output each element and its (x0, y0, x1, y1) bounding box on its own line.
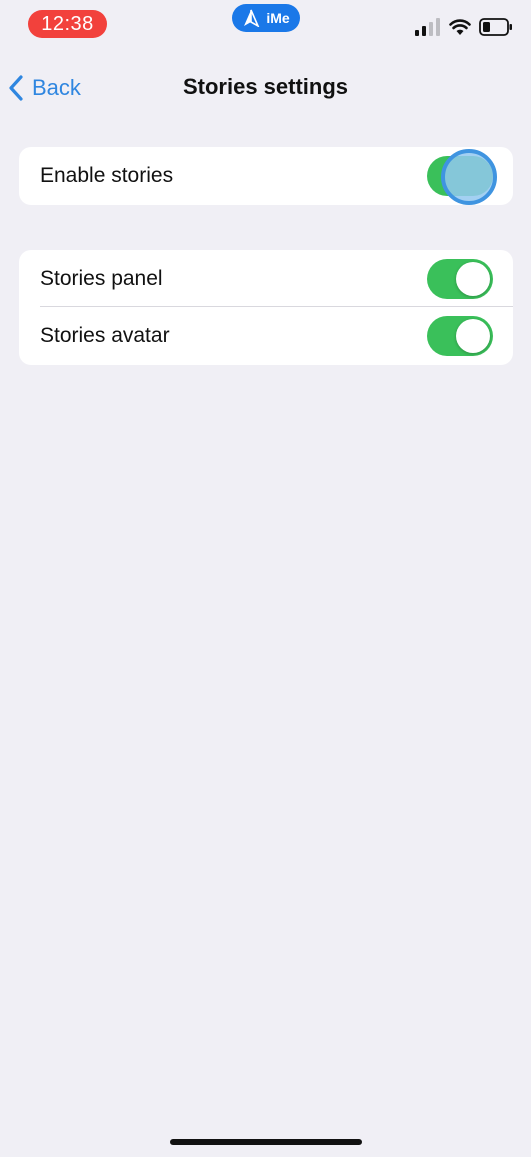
nav-bar: Back Stories settings (0, 60, 531, 116)
setting-row-stories-avatar[interactable]: Stories avatar (19, 307, 513, 364)
toggle-knob (456, 261, 490, 296)
stories-panel-toggle[interactable] (427, 258, 493, 299)
battery-icon (479, 18, 512, 36)
settings-group-stories: Stories panel Stories avatar (19, 250, 513, 365)
toggle-knob (456, 318, 490, 353)
status-icons (415, 16, 513, 38)
cellular-signal-icon (415, 18, 440, 36)
setting-label: Stories avatar (40, 323, 170, 347)
page-title: Stories settings (182, 74, 349, 99)
setting-label: Enable stories (40, 164, 174, 187)
enable-stories-toggle[interactable] (427, 156, 493, 196)
settings-screen: 12:38 iMe Back Stories settings Enable s… (0, 0, 531, 1157)
wifi-icon (449, 19, 471, 35)
setting-row-stories-panel[interactable]: Stories panel (19, 250, 513, 307)
app-badge[interactable]: iMe (232, 4, 300, 32)
setting-row-enable-stories[interactable]: Enable stories (19, 147, 513, 205)
stories-avatar-toggle[interactable] (427, 315, 493, 356)
status-time: 12:38 (28, 10, 107, 38)
app-badge-label: iMe (266, 10, 290, 26)
settings-group-enable: Enable stories (19, 147, 513, 205)
home-indicator[interactable] (170, 1139, 362, 1145)
setting-label: Stories panel (40, 266, 163, 290)
ime-logo-icon (244, 9, 260, 27)
status-bar: 12:38 iMe (0, 0, 531, 50)
